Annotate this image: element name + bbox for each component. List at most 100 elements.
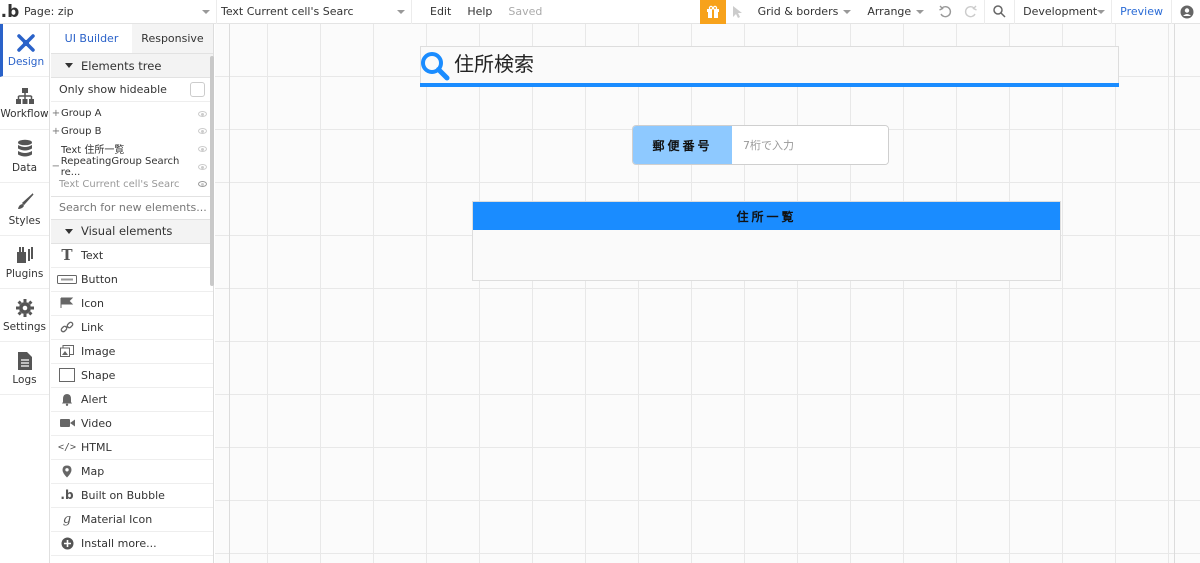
rail-item-styles[interactable]: Styles <box>0 183 49 236</box>
flag-icon <box>57 295 77 311</box>
page-selector[interactable]: Page: zip <box>20 0 217 24</box>
bubble-logo-icon: .b <box>60 488 74 503</box>
visual-item-label: Link <box>81 320 104 334</box>
design-icon <box>17 33 35 52</box>
eye-icon[interactable] <box>198 110 207 117</box>
grid-borders-menu[interactable]: Grid & borders <box>750 0 860 24</box>
rail-item-plugins[interactable]: Plugins <box>0 236 49 289</box>
tree-item-text-current-cell[interactable]: Text Current cell's Searc <box>51 175 213 193</box>
visual-item-label: HTML <box>81 440 112 454</box>
document-icon <box>17 351 32 370</box>
visual-item-video[interactable]: Video <box>51 412 213 436</box>
help-menu[interactable]: Help <box>459 0 500 24</box>
chevron-down-icon <box>916 9 925 14</box>
redo-icon[interactable] <box>958 0 984 24</box>
video-icon <box>57 415 77 431</box>
tree-item-group-a[interactable]: + Group A <box>51 105 213 123</box>
user-icon[interactable] <box>1172 0 1200 24</box>
zip-code-group[interactable]: 郵便番号 <box>632 125 889 165</box>
visual-item-image[interactable]: Image <box>51 340 213 364</box>
edit-menu[interactable]: Edit <box>412 0 459 24</box>
element-selector[interactable]: Text Current cell's Searc <box>217 0 412 24</box>
tree-item-label: Text Current cell's Searc <box>59 178 180 190</box>
eye-icon[interactable] <box>198 181 207 188</box>
zip-code-input[interactable] <box>732 126 888 164</box>
elements-tree-label: Elements tree <box>81 58 162 73</box>
brush-icon <box>17 192 34 209</box>
visual-item-icon[interactable]: Icon <box>51 292 213 316</box>
undo-icon[interactable] <box>932 0 958 24</box>
expand-icon[interactable]: + <box>51 108 61 119</box>
expand-icon[interactable]: + <box>51 126 61 137</box>
palette-panel: UI Builder Responsive Elements tree Only… <box>51 24 214 563</box>
image-icon <box>57 343 77 359</box>
rail-item-settings[interactable]: Settings <box>0 289 49 342</box>
visual-item-label: Map <box>81 464 105 478</box>
tree-item-group-b[interactable]: + Group B <box>51 123 213 141</box>
collapse-icon[interactable]: − <box>51 161 61 172</box>
tab-ui-builder[interactable]: UI Builder <box>51 24 132 53</box>
visual-item-shape[interactable]: Shape <box>51 364 213 388</box>
visual-item-text[interactable]: T Text <box>51 244 213 268</box>
visual-item-map[interactable]: Map <box>51 460 213 484</box>
rail-item-label: Design <box>7 55 45 68</box>
eye-icon[interactable] <box>198 128 207 135</box>
visual-item-alert[interactable]: Alert <box>51 388 213 412</box>
text-icon: T <box>61 246 73 265</box>
visual-item-label: Alert <box>81 392 108 406</box>
chevron-down-icon <box>202 9 210 14</box>
code-icon: </> <box>57 441 77 453</box>
page-title: 住所検索 <box>454 52 534 76</box>
visual-item-built-on-bubble[interactable]: .b Built on Bubble <box>51 484 213 508</box>
visual-elements-header[interactable]: Visual elements <box>51 219 213 244</box>
visual-elements-label: Visual elements <box>81 224 173 239</box>
eye-icon[interactable] <box>198 145 207 152</box>
visual-item-material-icon[interactable]: g Material Icon <box>51 508 213 532</box>
rail-item-data[interactable]: Data <box>0 130 49 183</box>
title-underline <box>420 83 1119 87</box>
eye-icon[interactable] <box>198 163 207 170</box>
only-show-hideable-label: Only show hideable <box>59 83 167 96</box>
rail-item-workflow[interactable]: Workflow <box>0 77 49 130</box>
only-show-hideable-checkbox[interactable] <box>190 82 205 97</box>
cursor-icon[interactable] <box>726 0 750 24</box>
design-canvas[interactable]: 住所検索 郵便番号 住所一覧 <box>215 24 1200 563</box>
visual-item-install-more[interactable]: Install more... <box>51 532 213 556</box>
search-elements-input[interactable]: Search for new elements... <box>51 195 213 220</box>
palette-scrollbar[interactable] <box>210 56 214 286</box>
link-icon <box>57 319 77 335</box>
save-status: Saved <box>508 5 543 18</box>
rail-item-design[interactable]: Design <box>0 24 49 77</box>
address-repeating-group[interactable]: 住所一覧 <box>472 201 1061 281</box>
development-selector[interactable]: Development <box>1015 0 1111 24</box>
rail-item-label: Data <box>11 161 38 174</box>
bubble-logo-icon[interactable]: .b <box>0 0 20 24</box>
visual-item-html[interactable]: </> HTML <box>51 436 213 460</box>
arrange-menu[interactable]: Arrange <box>859 0 932 24</box>
visual-item-button[interactable]: Button <box>51 268 213 292</box>
chevron-down-icon <box>397 9 405 14</box>
gift-icon[interactable] <box>699 0 726 24</box>
rail-item-logs[interactable]: Logs <box>0 342 49 395</box>
tree-item-repeating-group[interactable]: − RepeatingGroup Search re... <box>51 155 213 178</box>
grid-borders-label: Grid & borders <box>757 5 839 18</box>
rail-item-label: Workflow <box>0 107 49 120</box>
tab-responsive[interactable]: Responsive <box>132 24 213 53</box>
only-show-hideable-row: Only show hideable <box>51 78 213 102</box>
map-pin-icon <box>57 463 77 479</box>
preview-button[interactable]: Preview <box>1111 0 1172 24</box>
visual-item-link[interactable]: Link <box>51 316 213 340</box>
elements-tree-header[interactable]: Elements tree <box>51 54 213 78</box>
visual-item-label: Icon <box>81 296 104 310</box>
search-icon <box>420 51 450 84</box>
palette-tabs: UI Builder Responsive <box>51 24 213 54</box>
chevron-down-icon <box>843 9 852 14</box>
visual-item-label: Install more... <box>81 536 157 550</box>
tree-item-label: Group B <box>61 125 102 137</box>
top-bar: .b Page: zip Text Current cell's Searc E… <box>0 0 1200 24</box>
arrange-label: Arrange <box>867 5 912 18</box>
address-list-header: 住所一覧 <box>473 202 1060 230</box>
search-icon[interactable] <box>984 0 1016 24</box>
plugin-icon <box>16 246 33 263</box>
tree-item-label: RepeatingGroup Search re... <box>60 155 180 178</box>
